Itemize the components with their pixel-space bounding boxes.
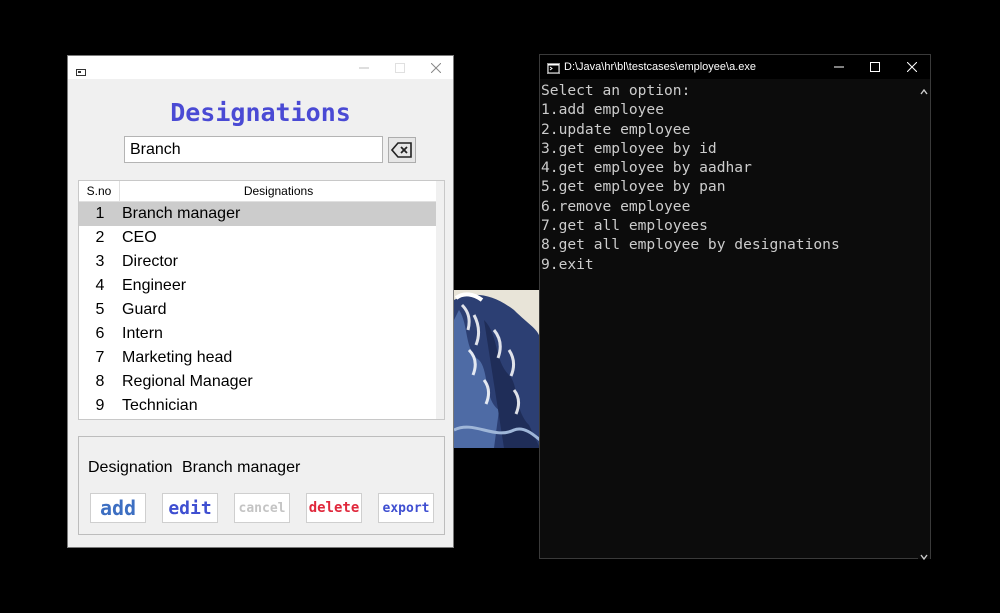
row-sno: 3	[95, 253, 105, 270]
row-designation: CEO	[122, 229, 157, 246]
console-line: 4.get employee by aadhar	[541, 159, 752, 177]
close-icon	[431, 62, 441, 73]
table-row[interactable]: 1 Branch manager	[79, 202, 437, 226]
console-titlebar: D:\Java\hr\bl\testcases\employee\a.exe	[540, 55, 930, 79]
table-header: S.no Designations	[79, 181, 437, 202]
console-line: 2.update employee	[541, 120, 691, 138]
table-row[interactable]: 9 Technician	[79, 394, 437, 418]
console-maximize-button[interactable]	[857, 55, 893, 79]
row-designation: Technician	[122, 397, 198, 414]
console-scrollbar[interactable]	[918, 79, 930, 559]
row-designation: Branch manager	[122, 205, 241, 222]
console-title: D:\Java\hr\bl\testcases\employee\a.exe	[564, 61, 756, 73]
row-sno: 1	[95, 205, 105, 222]
close-icon	[907, 62, 917, 72]
designation-value: Branch manager	[182, 459, 301, 476]
console-line: 6.remove employee	[541, 197, 691, 215]
console-line: 5.get employee by pan	[541, 178, 726, 196]
table-row[interactable]: 7 Marketing head	[79, 346, 437, 370]
row-sno: 6	[95, 325, 105, 342]
row-designation: Marketing head	[122, 349, 233, 366]
minimize-icon	[834, 66, 844, 68]
row-designation: Director	[122, 253, 179, 270]
console-app-icon	[547, 61, 560, 74]
search-input[interactable]	[124, 136, 383, 163]
export-button[interactable]: export	[378, 493, 434, 523]
table-row[interactable]: 6 Intern	[79, 322, 437, 346]
scroll-up-icon[interactable]	[920, 82, 928, 95]
row-designation: Guard	[122, 301, 167, 318]
console-line: 8.get all employee by designations	[541, 236, 840, 254]
designations-table: S.no Designations 1 Branch manager 2 CEO…	[78, 180, 445, 420]
table-row[interactable]: 3 Director	[79, 250, 437, 274]
console-line: 7.get all employees	[541, 217, 708, 235]
cancel-button: cancel	[234, 493, 290, 523]
console-window: D:\Java\hr\bl\testcases\employee\a.exe S…	[539, 54, 931, 561]
backspace-icon	[391, 142, 412, 158]
console-output[interactable]: Select an option: 1.add employee 2.updat…	[540, 79, 919, 559]
edit-button[interactable]: edit	[162, 493, 218, 523]
maximize-icon	[395, 62, 405, 73]
add-button[interactable]: add	[90, 493, 146, 523]
console-close-button[interactable]	[894, 55, 930, 79]
scroll-down-icon[interactable]	[920, 547, 928, 561]
minimize-icon	[359, 67, 369, 68]
clear-search-button[interactable]	[388, 137, 416, 163]
console-minimize-button[interactable]	[821, 55, 857, 79]
table-row[interactable]: 5 Guard	[79, 298, 437, 322]
close-button[interactable]	[418, 56, 454, 79]
designations-window: Designations S.no Designations 1 Branch …	[67, 55, 454, 548]
delete-button[interactable]: delete	[306, 493, 362, 523]
table-row[interactable]: 8 Regional Manager	[79, 370, 437, 394]
row-designation: Engineer	[122, 277, 187, 294]
maximize-icon	[870, 62, 880, 72]
detail-panel: Designation Branch manager add edit canc…	[78, 436, 445, 535]
table-row[interactable]: 4 Engineer	[79, 274, 437, 298]
app-icon	[76, 63, 86, 76]
desktop-wallpaper-wave	[454, 290, 540, 448]
table-row[interactable]: 2 CEO	[79, 226, 437, 250]
window-titlebar	[68, 56, 453, 79]
console-line: Select an option:	[541, 82, 691, 99]
column-header-sno[interactable]: S.no	[79, 181, 120, 201]
page-title: Designations	[170, 98, 351, 127]
console-line: 1.add employee	[541, 101, 665, 119]
row-designation: Regional Manager	[122, 373, 253, 390]
maximize-button[interactable]	[382, 56, 418, 79]
row-designation: Intern	[122, 325, 163, 342]
table-scrollbar[interactable]	[436, 181, 444, 419]
console-line: 3.get employee by id	[541, 139, 717, 157]
row-sno: 4	[95, 277, 105, 294]
row-sno: 5	[95, 301, 105, 318]
row-sno: 2	[95, 229, 105, 246]
minimize-button[interactable]	[346, 56, 382, 79]
row-sno: 7	[95, 349, 105, 366]
row-sno: 8	[95, 373, 105, 390]
designation-label: Designation	[88, 459, 173, 476]
row-sno: 9	[95, 397, 105, 414]
console-line: 9.exit	[541, 255, 594, 273]
column-header-designations[interactable]: Designations	[120, 181, 437, 201]
